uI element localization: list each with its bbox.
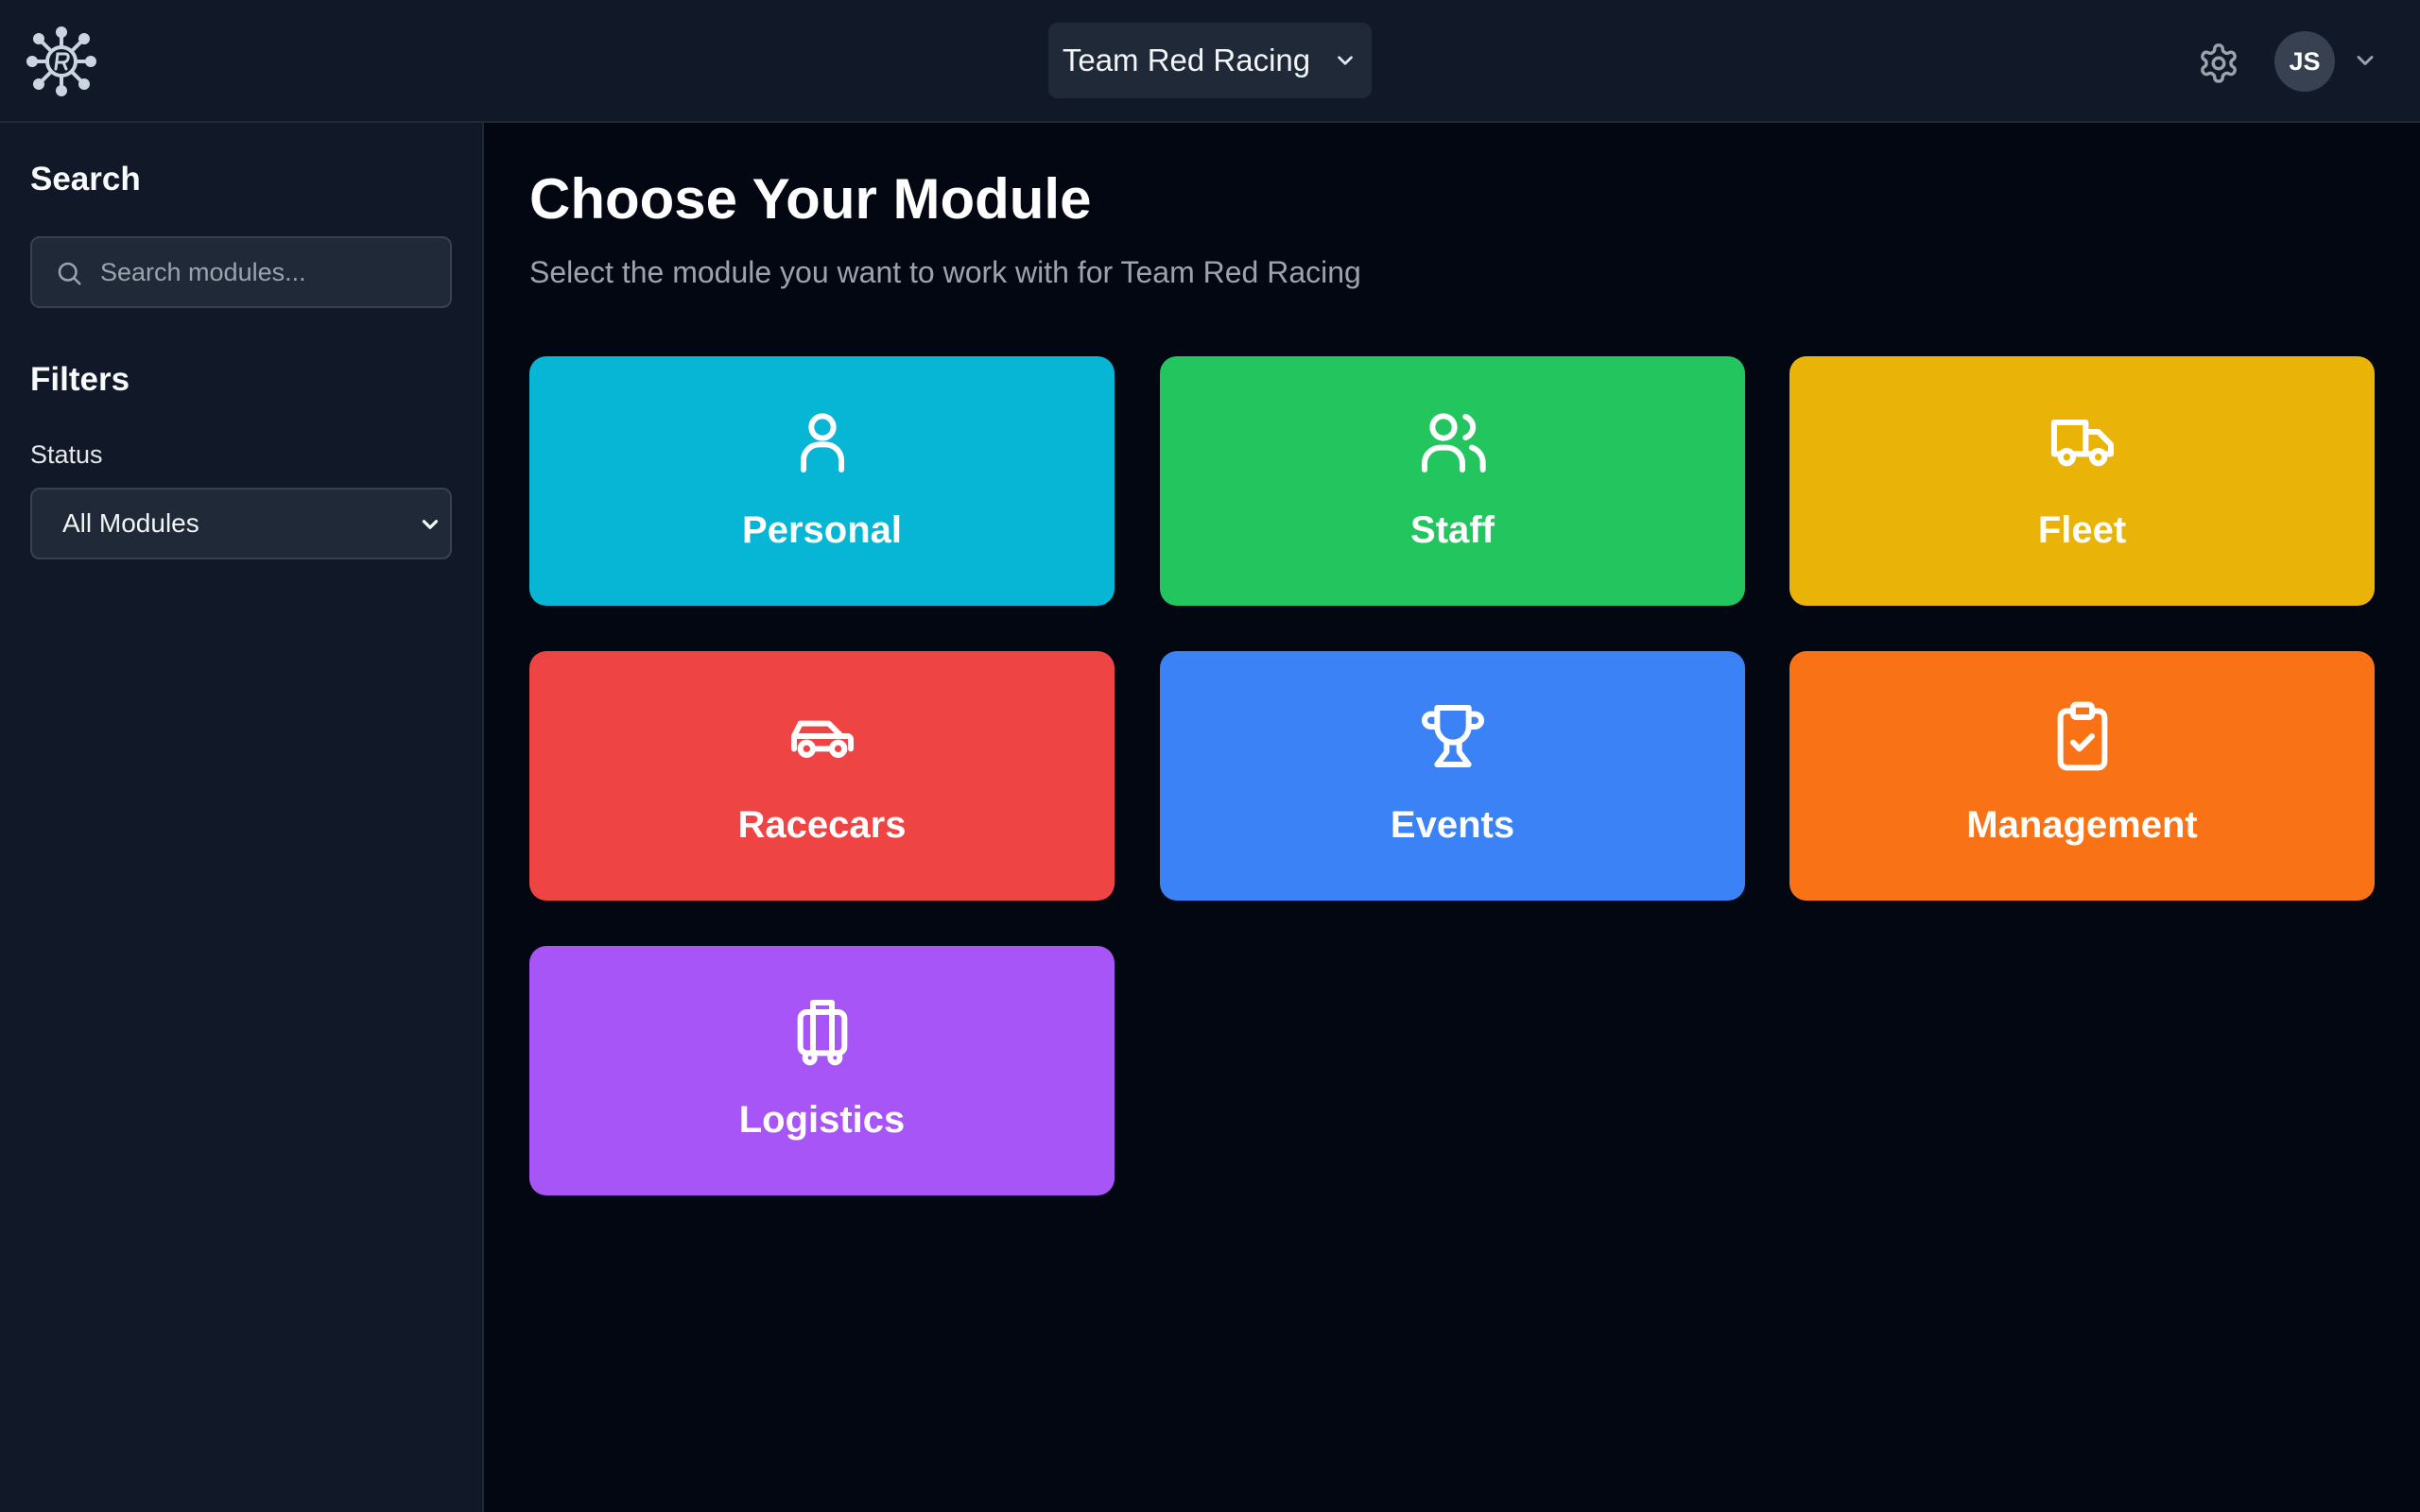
car-icon: [785, 698, 860, 774]
search-box[interactable]: [30, 236, 452, 308]
module-card-logistics[interactable]: Logistics: [529, 946, 1115, 1195]
users-icon: [1415, 404, 1491, 479]
team-selector[interactable]: Team Red Racing: [1048, 23, 1372, 98]
avatar[interactable]: JS: [2274, 31, 2335, 92]
chevron-down-icon[interactable]: [2352, 47, 2378, 74]
luggage-icon: [785, 993, 860, 1069]
user-icon: [785, 404, 860, 479]
team-selector-label: Team Red Racing: [1062, 43, 1311, 77]
module-card-label: Fleet: [2037, 509, 2127, 551]
clipboard-check-icon: [2045, 698, 2120, 774]
truck-icon: [2045, 404, 2120, 479]
status-select-value: All Modules: [62, 508, 199, 538]
module-card-staff[interactable]: Staff: [1160, 356, 1745, 606]
module-card-label: Personal: [742, 509, 902, 551]
module-card-label: Management: [1966, 804, 2198, 846]
status-select[interactable]: All Modules: [30, 488, 452, 559]
filters-heading: Filters: [30, 361, 130, 398]
module-card-events[interactable]: Events: [1160, 651, 1745, 901]
page-title: Choose Your Module: [529, 167, 1092, 231]
module-card-label: Racecars: [737, 804, 907, 846]
avatar-initials: JS: [2289, 46, 2321, 76]
trophy-icon: [1415, 698, 1491, 774]
search-icon: [58, 262, 81, 285]
gear-icon[interactable]: [2197, 42, 2240, 85]
top-bar: Team Red Racing JS: [0, 0, 2420, 123]
status-label: Status: [30, 440, 103, 469]
chevron-down-icon: [1338, 56, 1353, 65]
module-card-personal[interactable]: Personal: [529, 356, 1115, 606]
module-card-racecars[interactable]: Racecars: [529, 651, 1115, 901]
module-card-label: Logistics: [738, 1099, 906, 1141]
module-card-management[interactable]: Management: [1789, 651, 2375, 901]
module-card-fleet[interactable]: Fleet: [1789, 356, 2375, 606]
module-card-label: Staff: [1410, 509, 1495, 551]
chevron-down-icon: [422, 520, 439, 529]
page-subtitle: Select the module you want to work with …: [529, 255, 1361, 289]
racing-logo-icon[interactable]: [26, 26, 96, 96]
sidebar: Search Filters Status All Modules: [0, 123, 484, 1512]
module-card-label: Events: [1390, 804, 1515, 846]
search-heading: Search: [30, 161, 141, 198]
search-input[interactable]: [100, 238, 441, 306]
